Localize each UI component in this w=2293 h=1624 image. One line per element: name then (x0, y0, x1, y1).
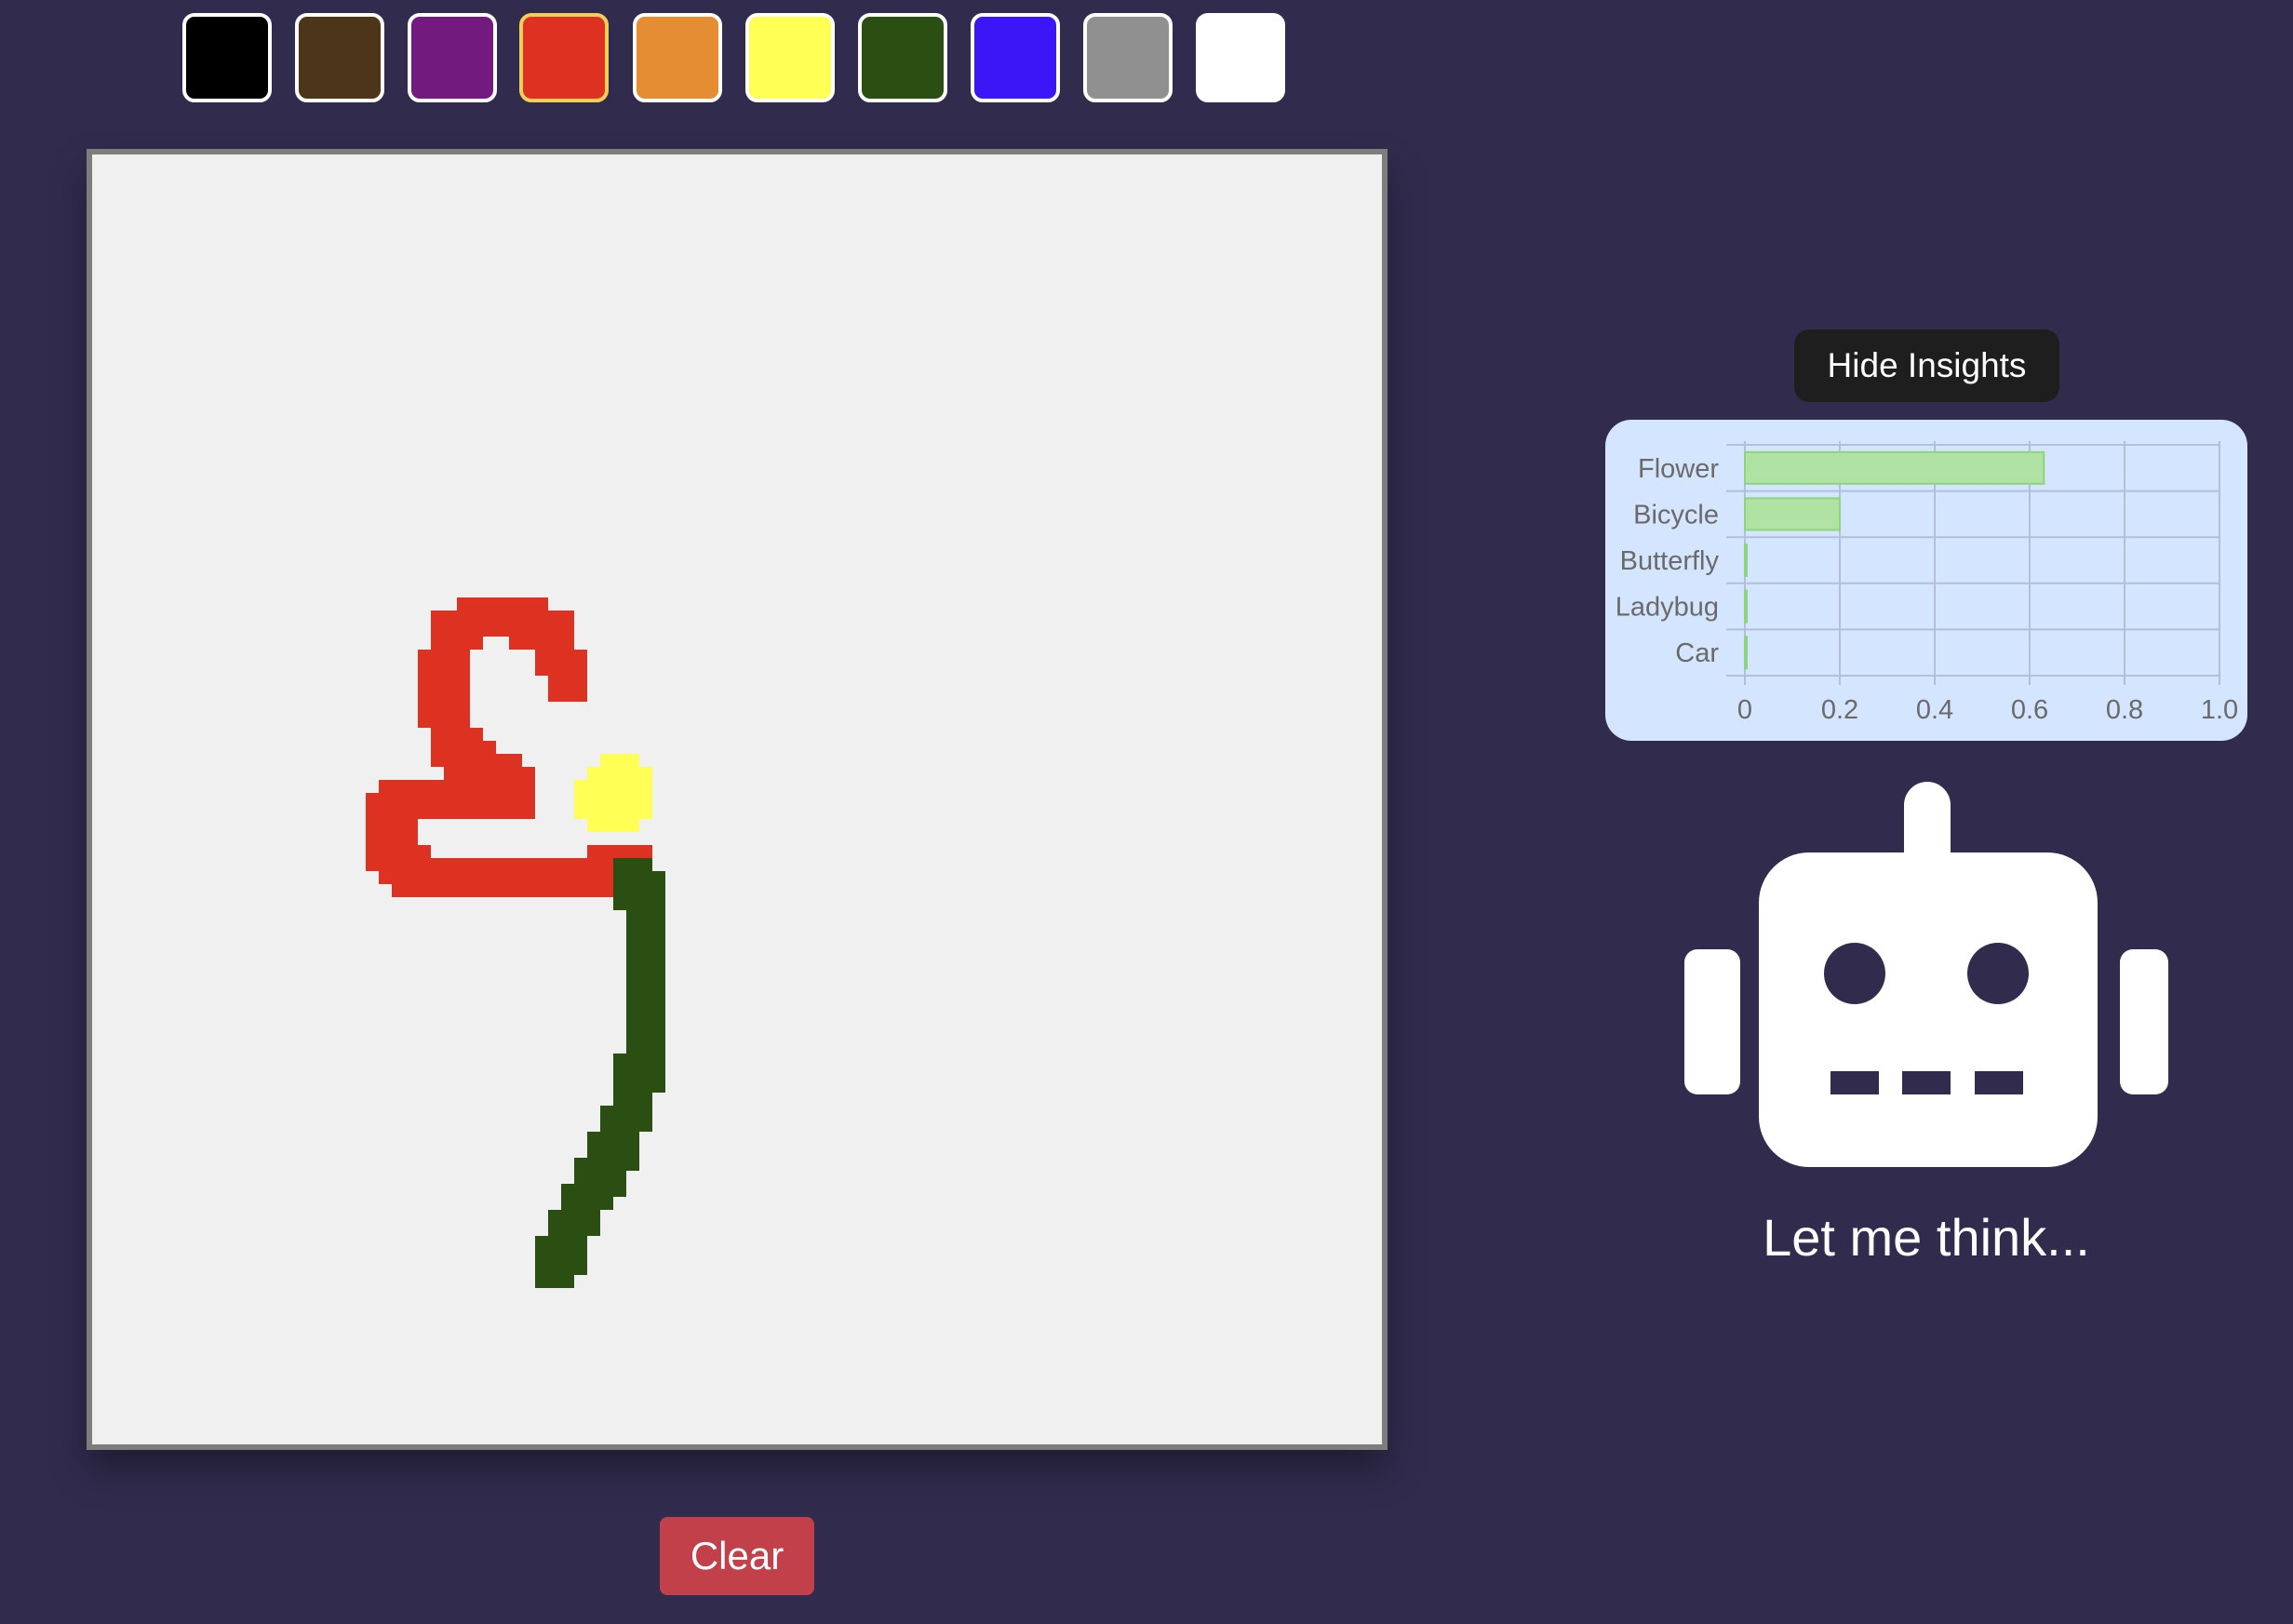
hide-insights-button[interactable]: Hide Insights (1794, 329, 2059, 402)
chart-x-tick-label: 0 (1737, 695, 1752, 725)
chart-bar-car (1744, 636, 1748, 670)
assistant-status-text: Let me think... (1763, 1208, 2090, 1267)
color-swatch-white[interactable] (1196, 13, 1285, 102)
clear-button[interactable]: Clear (660, 1517, 814, 1595)
chart-x-tick-label: 1.0 (2201, 695, 2238, 725)
color-swatch-gray[interactable] (1083, 13, 1173, 102)
chart-x-tick-label: 0.4 (1916, 695, 1953, 725)
chart-category-label: Butterfly (1620, 546, 1720, 576)
chart-bar-ladybug (1744, 589, 1748, 624)
color-palette (0, 0, 2293, 130)
color-swatch-yellow[interactable] (745, 13, 835, 102)
chart-x-tick-label: 0.6 (2011, 695, 2048, 725)
color-swatch-dark-green[interactable] (858, 13, 947, 102)
color-swatch-orange[interactable] (633, 13, 722, 102)
color-swatch-red[interactable] (519, 13, 609, 102)
color-swatch-brown[interactable] (295, 13, 384, 102)
color-swatch-purple[interactable] (408, 13, 497, 102)
chart-category-label: Ladybug (1616, 593, 1719, 623)
chart-bar-bicycle (1744, 497, 1841, 531)
insights-chart-panel: 0 0.2 0.4 0.6 0.8 1.0 Flower Bicycle Butterfly La… (1605, 420, 2247, 741)
robot-icon (1684, 782, 2168, 1173)
chart-category-label: Flower (1638, 454, 1719, 484)
drawing-canvas[interactable] (92, 154, 1382, 1444)
chart-bar-butterfly (1744, 544, 1748, 577)
prediction-bar-chart: 0 0.2 0.4 0.6 0.8 1.0 Flower Bicycle Butterfly La… (1616, 441, 2238, 725)
chart-x-tick-label: 0.2 (1821, 695, 1858, 725)
chart-category-label: Car (1675, 638, 1719, 668)
color-swatch-black[interactable] (182, 13, 272, 102)
drawing-canvas-frame (87, 149, 1388, 1450)
chart-bar-flower (1744, 450, 2045, 485)
chart-category-label: Bicycle (1633, 500, 1719, 530)
color-swatch-blue[interactable] (971, 13, 1060, 102)
chart-x-tick-label: 0.8 (2106, 695, 2143, 725)
